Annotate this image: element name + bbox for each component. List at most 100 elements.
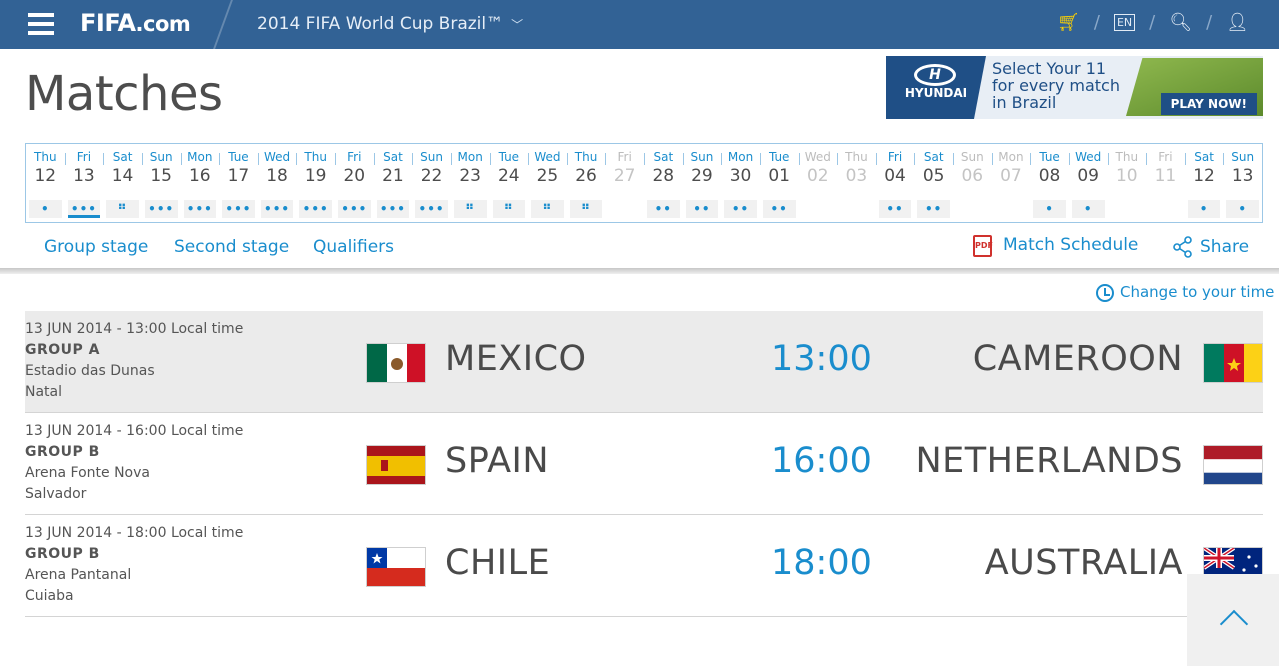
date-day: 28: [652, 166, 675, 186]
date-weekday: Sun: [149, 150, 173, 164]
date-item[interactable]: Mon 30 ••: [721, 144, 760, 222]
date-item[interactable]: Tue 08 •: [1030, 144, 1069, 222]
menu-icon[interactable]: [28, 13, 54, 35]
match-count-indicator: [840, 200, 873, 218]
match-time[interactable]: 18:00: [771, 543, 872, 583]
user-icon[interactable]: 👤︎: [1226, 12, 1249, 33]
match-info: 13 JUN 2014 - 18:00 Local time GROUP B A…: [25, 525, 244, 604]
separator: /: [1093, 12, 1100, 33]
match-count-indicator: [1149, 200, 1182, 218]
match-info: 13 JUN 2014 - 13:00 Local time GROUP A E…: [25, 321, 244, 400]
share-icon[interactable]: [1172, 236, 1194, 258]
date-item: Sun 06: [953, 144, 992, 222]
tab-group-stage[interactable]: Group stage: [44, 237, 148, 257]
share-link[interactable]: Share: [1200, 237, 1249, 257]
match-count-indicator: •: [1071, 200, 1105, 218]
date-item[interactable]: Wed 25 ⠛: [528, 144, 567, 222]
hyundai-ad-banner[interactable]: H HYUNDAI Select Your 11 for every match …: [886, 56, 1263, 119]
date-item[interactable]: Wed 09 •: [1068, 144, 1108, 222]
clock-icon[interactable]: [1096, 284, 1114, 302]
chile-flag-icon: [366, 547, 426, 587]
scroll-to-top-button[interactable]: [1187, 574, 1279, 666]
match-count-indicator: ⠛: [531, 200, 564, 218]
tab-second-stage[interactable]: Second stage: [174, 237, 289, 257]
match-count-indicator: •: [29, 200, 62, 218]
match-count-indicator: ⠛: [106, 200, 139, 218]
date-item[interactable]: Tue 17 •••: [219, 144, 258, 222]
date-weekday: Sat: [653, 150, 674, 164]
match-schedule-link[interactable]: Match Schedule: [1003, 235, 1138, 255]
date-item[interactable]: Sun 29 ••: [682, 144, 722, 222]
date-item[interactable]: Wed 18 •••: [257, 144, 297, 222]
netherlands-flag-icon: [1203, 445, 1263, 485]
match-count-indicator: ••: [724, 200, 757, 218]
match-info: 13 JUN 2014 - 16:00 Local time GROUP B A…: [25, 423, 244, 502]
away-team[interactable]: CAMEROON: [973, 339, 1183, 379]
date-item[interactable]: Sat 12 •: [1184, 144, 1224, 222]
date-day: 26: [575, 166, 597, 186]
home-team[interactable]: SPAIN: [445, 441, 549, 481]
tournament-selector[interactable]: 2014 FIFA World Cup Brazil™ ﹀: [257, 14, 523, 34]
ad-copy: Select Your 11 for every match in Brazil: [992, 59, 1120, 112]
date-day: 15: [150, 166, 172, 186]
match-row[interactable]: 13 JUN 2014 - 16:00 Local time GROUP B A…: [25, 413, 1263, 515]
date-item[interactable]: Thu 19 •••: [296, 144, 335, 222]
date-item[interactable]: Tue 24 ⠛: [489, 144, 529, 222]
match-count-indicator: [801, 200, 835, 218]
cart-icon[interactable]: 🛒︎: [1057, 12, 1080, 33]
sub-navigation: Group stage Second stage Qualifiers Matc…: [0, 229, 1279, 269]
separator: /: [1206, 12, 1213, 33]
date-day: 02: [806, 166, 829, 186]
match-time[interactable]: 13:00: [771, 339, 872, 379]
date-day: 16: [188, 166, 211, 186]
date-weekday: Thu: [574, 150, 598, 164]
pdf-icon[interactable]: PDF: [973, 235, 993, 257]
play-now-button[interactable]: PLAY NOW!: [1160, 93, 1257, 115]
match-count-indicator: •••: [183, 200, 217, 218]
date-weekday: Tue: [228, 150, 249, 164]
date-weekday: Mon: [727, 150, 754, 164]
match-count-indicator: •••: [415, 200, 448, 218]
match-row[interactable]: 13 JUN 2014 - 13:00 Local time GROUP A E…: [25, 311, 1263, 413]
date-item[interactable]: Sat 28 ••: [644, 144, 683, 222]
date-weekday: Fri: [347, 150, 362, 164]
date-day: 13: [73, 166, 95, 186]
date-item[interactable]: Mon 23 ⠛: [450, 144, 490, 222]
away-team[interactable]: NETHERLANDS: [915, 441, 1183, 481]
search-icon[interactable]: 🔍︎: [1169, 12, 1192, 33]
date-item[interactable]: Tue 01 ••: [759, 144, 799, 222]
tab-qualifiers[interactable]: Qualifiers: [313, 237, 394, 257]
language-icon[interactable]: EN: [1113, 14, 1136, 31]
match-row[interactable]: 13 JUN 2014 - 18:00 Local time GROUP B A…: [25, 515, 1263, 617]
date-item[interactable]: Sat 21 •••: [373, 144, 413, 222]
match-time[interactable]: 16:00: [771, 441, 872, 481]
away-team[interactable]: AUSTRALIA: [985, 543, 1183, 583]
date-item[interactable]: Sun 15 •••: [141, 144, 181, 222]
date-weekday: Sat: [112, 150, 133, 164]
date-day: 22: [420, 166, 443, 186]
hyundai-logo: H HYUNDAI: [886, 56, 986, 119]
date-item[interactable]: Fri 04 ••: [875, 144, 915, 222]
change-time-link[interactable]: Change to your time: [1120, 283, 1274, 301]
fifa-logo[interactable]: FIFA.com: [80, 9, 191, 37]
home-team[interactable]: MEXICO: [445, 339, 587, 379]
date-item[interactable]: Sat 05 ••: [914, 144, 953, 222]
home-team[interactable]: CHILE: [445, 543, 550, 583]
date-item[interactable]: Thu 12 •: [26, 144, 65, 222]
date-item[interactable]: Mon 16 •••: [180, 144, 220, 222]
match-count-indicator: ••: [647, 200, 680, 218]
date-item[interactable]: Sun 13 •: [1223, 144, 1262, 222]
date-item[interactable]: Thu 26 ⠛: [566, 144, 606, 222]
date-strip: Thu 12 • Fri 13 ••• Sat 14 ⠛ Sun 15 ••• Mon 16 ••• Tue 1…: [26, 144, 1262, 222]
date-weekday: Fri: [1158, 150, 1173, 164]
date-day: 09: [1077, 166, 1099, 186]
date-item[interactable]: Sun 22 •••: [412, 144, 451, 222]
top-header: FIFA.com 2014 FIFA World Cup Brazil™ ﹀ 🛒︎…: [0, 0, 1279, 49]
date-item[interactable]: Sat 14 ⠛: [103, 144, 142, 222]
date-day: 30: [729, 166, 752, 186]
date-item[interactable]: Fri 13 •••: [64, 144, 104, 222]
mexico-flag-icon: [366, 343, 426, 383]
date-item[interactable]: Fri 20 •••: [335, 144, 374, 222]
date-weekday: Wed: [804, 150, 831, 164]
date-day: 20: [343, 166, 366, 186]
